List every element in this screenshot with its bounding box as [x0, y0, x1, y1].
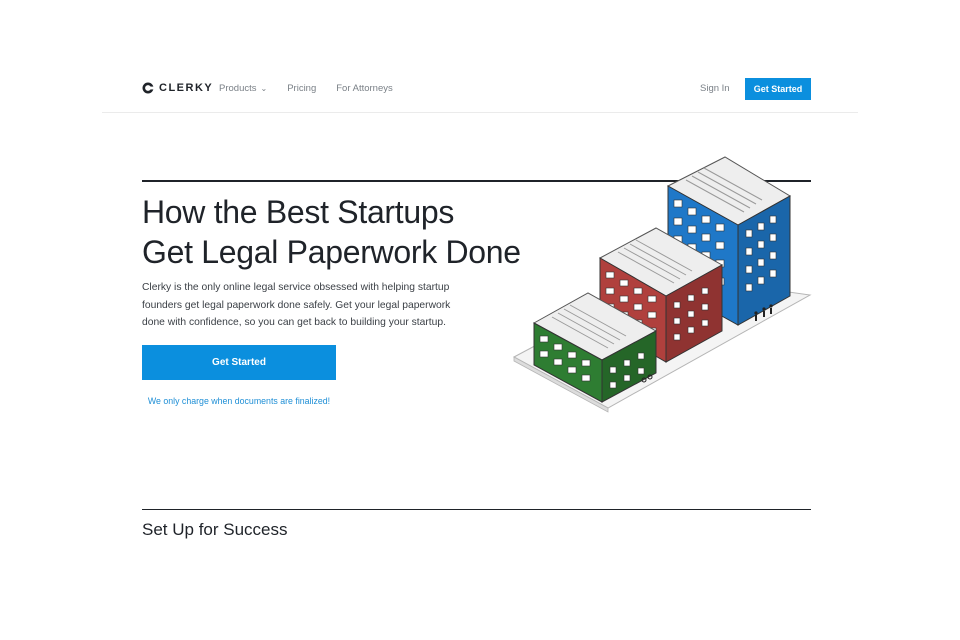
clerky-logo-icon — [142, 82, 154, 94]
section-divider — [142, 509, 811, 510]
brand-logo[interactable]: CLERKY — [142, 82, 213, 94]
brand-name: CLERKY — [159, 82, 214, 94]
nav-get-started-button[interactable]: Get Started — [745, 78, 811, 100]
hero-get-started-button[interactable]: Get Started — [142, 345, 336, 380]
nav-links: Products ⌄ Pricing For Attorneys — [219, 83, 393, 94]
hero-description: Clerky is the only online legal service … — [142, 282, 451, 328]
chevron-down-icon: ⌄ — [260, 84, 268, 93]
top-nav: CLERKY Products ⌄ Pricing For Attorneys … — [102, 70, 858, 113]
nav-item-pricing[interactable]: Pricing — [287, 83, 316, 94]
nav-item-for-attorneys[interactable]: For Attorneys — [336, 83, 393, 94]
nav-item-label: Products — [219, 83, 257, 94]
pricing-note: We only charge when documents are finali… — [147, 396, 331, 406]
isometric-buildings-illustration — [512, 156, 812, 413]
section-title: Set Up for Success — [142, 520, 288, 539]
nav-item-products[interactable]: Products ⌄ — [219, 83, 267, 94]
sign-in-link[interactable]: Sign In — [700, 83, 730, 94]
